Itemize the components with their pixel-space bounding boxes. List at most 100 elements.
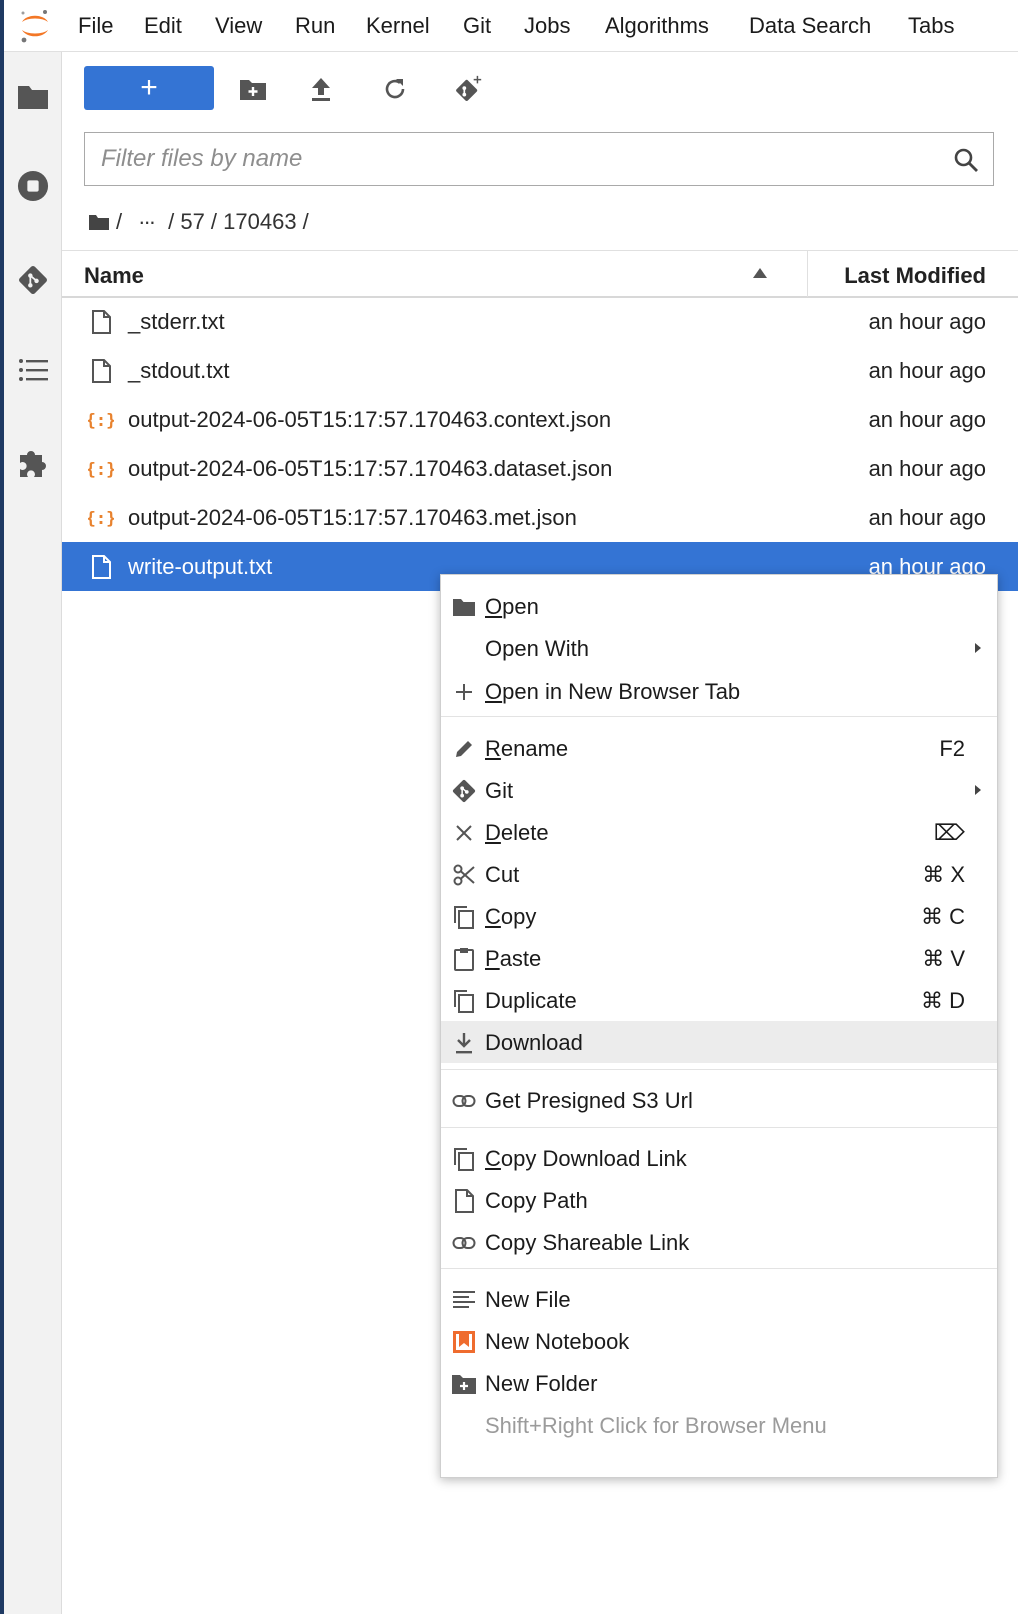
new-folder-icon[interactable] [238, 74, 268, 104]
file-name: output-2024-06-05T15:17:57.170463.datase… [128, 456, 613, 481]
menu-item-rename[interactable]: Rename F2 [441, 727, 997, 769]
menu-item-shortcut: F2 [939, 736, 965, 761]
column-name-header[interactable]: Name [84, 263, 144, 289]
file-name: output-2024-06-05T15:17:57.170463.contex… [128, 407, 612, 432]
menu-separator [441, 1268, 997, 1269]
breadcrumb-path[interactable]: / 57 / 170463 / [168, 209, 309, 235]
menu-item-open-with[interactable]: Open With [441, 627, 997, 669]
menu-item-label: New File [485, 1287, 571, 1312]
menu-item-label: Get Presigned S3 Url [485, 1088, 693, 1113]
scissors-icon [451, 862, 477, 888]
menu-item-label: opy [500, 904, 537, 929]
menu-item-label: elete [500, 820, 549, 845]
menu-item-shortcut: ⌘ C [921, 904, 965, 929]
menu-item-mnemonic: C [485, 1146, 501, 1171]
menu-view[interactable]: View [215, 13, 262, 39]
menu-item-mnemonic: O [485, 679, 503, 704]
menu-item-label: opy Download Link [500, 1146, 687, 1171]
menu-bar: File Edit View Run Kernel Git Jobs Algor… [4, 0, 1018, 52]
menu-item-presigned-s3-url[interactable]: Get Presigned S3 Url [441, 1079, 997, 1121]
json-icon: {:} [88, 460, 114, 480]
menu-item-mnemonic: R [485, 736, 501, 761]
menu-kernel[interactable]: Kernel [366, 13, 430, 39]
menu-item-open-in-new-tab[interactable]: Open in New Browser Tab [441, 670, 997, 712]
upload-icon[interactable] [306, 74, 336, 104]
breadcrumb-root-separator: / [116, 209, 123, 234]
menu-jobs[interactable]: Jobs [524, 13, 570, 39]
git-icon [451, 778, 477, 804]
file-modified: an hour ago [868, 505, 986, 530]
file-row[interactable]: _stdout.txt an hour ago [62, 346, 1018, 395]
new-folder-icon [451, 1371, 477, 1397]
activity-bar [4, 52, 62, 1614]
menu-git[interactable]: Git [463, 13, 491, 39]
git-clone-icon[interactable] [454, 74, 484, 104]
sort-ascending-icon[interactable] [752, 267, 768, 279]
menu-item-new-notebook[interactable]: New Notebook [441, 1320, 997, 1362]
column-last-modified-header[interactable]: Last Modified [844, 263, 986, 289]
filter-input[interactable] [101, 133, 921, 185]
pencil-icon [451, 736, 477, 762]
menu-edit[interactable]: Edit [144, 13, 182, 39]
file-name: _stdout.txt [128, 358, 230, 383]
file-row[interactable]: {:} output-2024-06-05T15:17:57.170463.me… [62, 493, 1018, 542]
stop-circle-icon[interactable] [17, 170, 49, 202]
close-icon [451, 820, 477, 846]
menu-item-cut[interactable]: Cut ⌘ X [441, 853, 997, 895]
menu-item-open[interactable]: Open [441, 585, 997, 627]
menu-item-copy-shareable-link[interactable]: Copy Shareable Link [441, 1221, 997, 1263]
breadcrumb-ellipsis[interactable]: ··· [138, 209, 156, 235]
list-icon[interactable] [17, 354, 49, 386]
context-menu: Open Open With Open in New Browser Tab R… [440, 574, 998, 1478]
menu-item-shortcut: ⌘ D [921, 988, 965, 1013]
menu-item-copy[interactable]: Copy ⌘ C [441, 895, 997, 937]
file-icon [92, 310, 111, 334]
file-name: write-output.txt [128, 554, 273, 579]
menu-item-shortcut: ⌘ V [922, 946, 965, 971]
menu-item-duplicate[interactable]: Duplicate ⌘ D [441, 979, 997, 1021]
file-name: output-2024-06-05T15:17:57.170463.met.js… [128, 505, 577, 530]
menu-item-shortcut: ⌘ X [922, 862, 965, 887]
refresh-icon[interactable] [380, 74, 410, 104]
file-row[interactable]: {:} output-2024-06-05T15:17:57.170463.da… [62, 444, 1018, 493]
menu-item-new-folder[interactable]: New Folder [441, 1362, 997, 1404]
link-icon [451, 1088, 477, 1114]
submenu-arrow-icon [975, 643, 981, 653]
menu-run[interactable]: Run [295, 13, 335, 39]
file-row[interactable]: {:} output-2024-06-05T15:17:57.170463.co… [62, 395, 1018, 444]
menu-separator [441, 716, 997, 717]
json-icon: {:} [88, 411, 114, 431]
link-icon [451, 1230, 477, 1256]
menu-item-paste[interactable]: Paste ⌘ V [441, 937, 997, 979]
copy-icon [451, 988, 477, 1014]
svg-text:{:}: {:} [88, 411, 114, 431]
file-row[interactable]: _stderr.txt an hour ago [62, 297, 1018, 346]
menu-file[interactable]: File [78, 13, 113, 39]
copy-icon [451, 1146, 477, 1172]
folder-icon[interactable] [17, 80, 49, 112]
menu-data-search[interactable]: Data Search [749, 13, 871, 39]
menu-tabs[interactable]: Tabs [908, 13, 954, 39]
menu-item-new-file[interactable]: New File [441, 1278, 997, 1320]
menu-separator [441, 1069, 997, 1070]
menu-item-download[interactable]: Download [441, 1021, 997, 1063]
menu-item-copy-download-link[interactable]: Copy Download Link [441, 1137, 997, 1179]
search-icon[interactable] [953, 147, 979, 173]
menu-item-git[interactable]: Git [441, 769, 997, 811]
menu-item-label: Open With [485, 636, 589, 661]
file-icon [92, 359, 111, 383]
new-launcher-button[interactable]: + [84, 66, 214, 110]
menu-algorithms[interactable]: Algorithms [605, 13, 709, 39]
home-folder-icon[interactable] [88, 213, 110, 231]
extension-puzzle-icon[interactable] [17, 446, 49, 478]
filter-box [84, 132, 994, 186]
menu-item-copy-path[interactable]: Copy Path [441, 1179, 997, 1221]
column-divider[interactable] [807, 251, 808, 297]
file-icon [92, 555, 111, 579]
menu-item-shortcut: ⌦ [933, 820, 965, 845]
menu-item-label: pen [502, 594, 539, 619]
menu-item-delete[interactable]: Delete ⌦ [441, 811, 997, 853]
menu-item-label: Duplicate [485, 988, 577, 1013]
menu-item-browser-menu-hint: Shift+Right Click for Browser Menu [441, 1404, 997, 1446]
git-icon[interactable] [17, 264, 49, 296]
